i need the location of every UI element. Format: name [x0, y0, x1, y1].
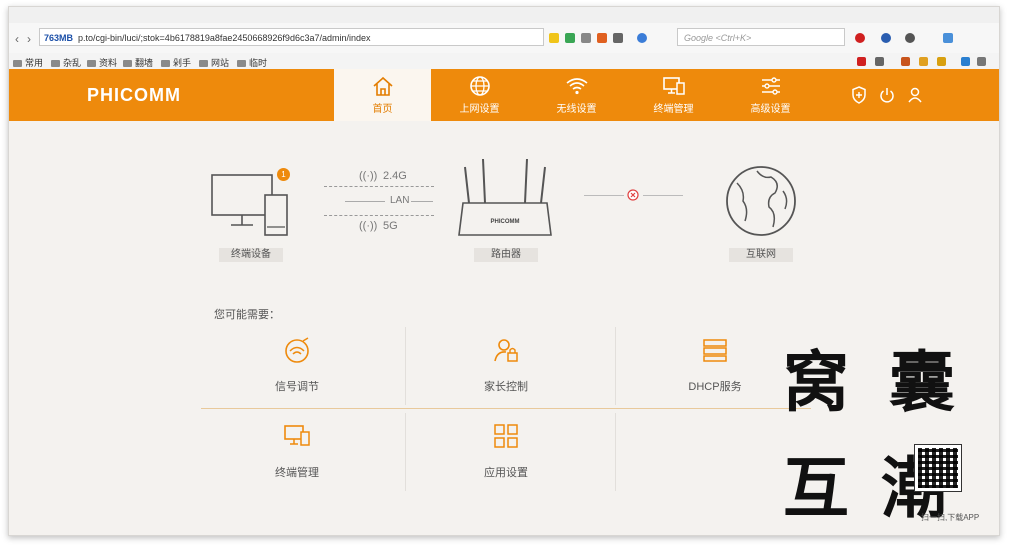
home-icon [372, 76, 393, 96]
lock-icon[interactable] [857, 57, 866, 66]
grid-divider [615, 413, 616, 491]
service-label: 终端管理 [275, 467, 319, 479]
wireless-link-line [324, 215, 434, 216]
nav-label: 高级设置 [750, 104, 791, 115]
service-label: 信号调节 [275, 381, 319, 393]
sliders-icon [761, 77, 780, 95]
power-icon[interactable] [879, 86, 895, 104]
history-icon[interactable] [905, 33, 915, 43]
nav-wireless-settings[interactable]: 无线设置 [528, 69, 625, 121]
parental-control-icon [494, 339, 518, 362]
extension-icon[interactable] [937, 57, 946, 66]
watermark-char: 窝 [783, 343, 849, 421]
bookmark-folder[interactable]: 临时 [237, 56, 267, 69]
lan-link-line [345, 201, 385, 202]
nav-label: 首页 [372, 104, 393, 115]
crop-icon[interactable] [875, 57, 884, 66]
signal-24g-icon: ((·)) [359, 170, 378, 182]
router-header: PHICOMM 首页 上网设置 无线设置 终端管理 高级设置 [9, 69, 999, 121]
globe-icon [469, 76, 490, 96]
bookmark-folder[interactable]: 翻墙 [123, 56, 153, 69]
watermark-char: 囊 [889, 343, 955, 421]
nav-device-management[interactable]: 终端管理 [625, 69, 722, 121]
extension-icon[interactable] [977, 57, 986, 66]
band-24g-label: 2.4G [383, 170, 407, 182]
watermark-char: 互 [783, 449, 849, 527]
search-input[interactable]: Google <Ctrl+K> [677, 28, 845, 46]
back-icon[interactable]: ‹ [15, 32, 19, 46]
qr-extension-icon[interactable] [581, 33, 591, 43]
qr-caption: 扫一扫,下载APP [921, 513, 980, 522]
shield-extension-icon[interactable] [565, 33, 575, 43]
service-label: 应用设置 [484, 467, 528, 479]
screenshot-frame: ‹ › 763MB p.to/cgi-bin/luci/;stok=4b61788… [8, 6, 1000, 536]
firefox-extension-icon[interactable] [597, 33, 607, 43]
router-brand-text: PHICOMM [491, 219, 520, 225]
device-count-badge: 1 [277, 168, 290, 181]
lan-link-line [411, 201, 433, 202]
wan-link-line [643, 195, 683, 196]
services-heading: 您可能需要： [214, 309, 280, 321]
browser-toolbar: ‹ › 763MB p.to/cgi-bin/luci/;stok=4b61788… [9, 23, 999, 54]
service-signal-tuning[interactable]: 信号调节 [197, 337, 397, 394]
lan-label: LAN [390, 195, 410, 206]
grid-divider [201, 408, 811, 409]
bookmarks-bar: 常用 杂乱 资料 翻墙 剁手 网站 临时 [9, 53, 999, 70]
qr-code[interactable] [914, 444, 962, 492]
devices-icon [284, 425, 310, 446]
router-icon[interactable]: PHICOMM [457, 157, 553, 243]
signal-tune-icon [285, 337, 309, 363]
bookmark-folder[interactable]: 网站 [199, 56, 229, 69]
router-label[interactable]: 路由器 [474, 248, 538, 262]
nav-home[interactable]: 首页 [334, 69, 431, 121]
wan-link-line [584, 195, 624, 196]
brand-logo: PHICOMM [87, 85, 181, 105]
service-app-settings[interactable]: 应用设置 [406, 423, 606, 480]
tab-strip [9, 7, 999, 24]
forward-icon[interactable]: › [27, 32, 31, 46]
window-icon[interactable] [943, 33, 953, 43]
nav-internet-settings[interactable]: 上网设置 [431, 69, 528, 121]
wifi-icon [566, 78, 587, 95]
internet-label[interactable]: 互联网 [729, 248, 793, 262]
user-icon[interactable] [907, 86, 923, 104]
nav-label: 无线设置 [556, 104, 597, 115]
terminal-devices-label[interactable]: 终端设备 [219, 248, 283, 262]
extension-icon[interactable] [881, 33, 891, 43]
signal-5g-icon: ((·)) [359, 220, 378, 232]
extension-icon[interactable] [901, 57, 910, 66]
dhcp-server-icon [703, 339, 727, 362]
nav-advanced-settings[interactable]: 高级设置 [722, 69, 819, 121]
search-engine-icon[interactable] [637, 33, 647, 43]
extension-icon[interactable] [919, 57, 928, 66]
memory-indicator: 763MB [44, 33, 74, 43]
internet-globe-icon[interactable] [723, 163, 799, 239]
bookmark-folder[interactable]: 剁手 [161, 56, 191, 69]
bookmark-folder[interactable]: 资料 [87, 56, 117, 69]
service-parental-control[interactable]: 家长控制 [406, 337, 606, 394]
devices-icon [662, 77, 685, 95]
wireless-link-line [324, 186, 434, 187]
adblock-icon[interactable] [855, 33, 865, 43]
reload-icon[interactable] [613, 33, 623, 43]
disconnected-icon [627, 189, 639, 201]
service-device-management[interactable]: 终端管理 [197, 423, 397, 480]
bookmark-folder[interactable]: 杂乱 [51, 56, 81, 69]
bookmark-folder[interactable]: 常用 [13, 56, 43, 69]
extension-icon[interactable] [961, 57, 970, 66]
url-text: p.to/cgi-bin/luci/;stok=4b6178819a8fae24… [78, 33, 371, 43]
apps-grid-icon [494, 424, 518, 448]
shield-icon[interactable] [851, 86, 867, 104]
address-bar[interactable]: 763MB p.to/cgi-bin/luci/;stok=4b6178819a8… [39, 28, 544, 46]
nav-label: 终端管理 [653, 104, 694, 115]
nav-label: 上网设置 [459, 104, 500, 115]
band-5g-label: 5G [383, 220, 398, 232]
lightning-icon[interactable] [549, 33, 559, 43]
service-label: 家长控制 [484, 381, 528, 393]
terminal-devices-icon[interactable] [209, 171, 295, 241]
